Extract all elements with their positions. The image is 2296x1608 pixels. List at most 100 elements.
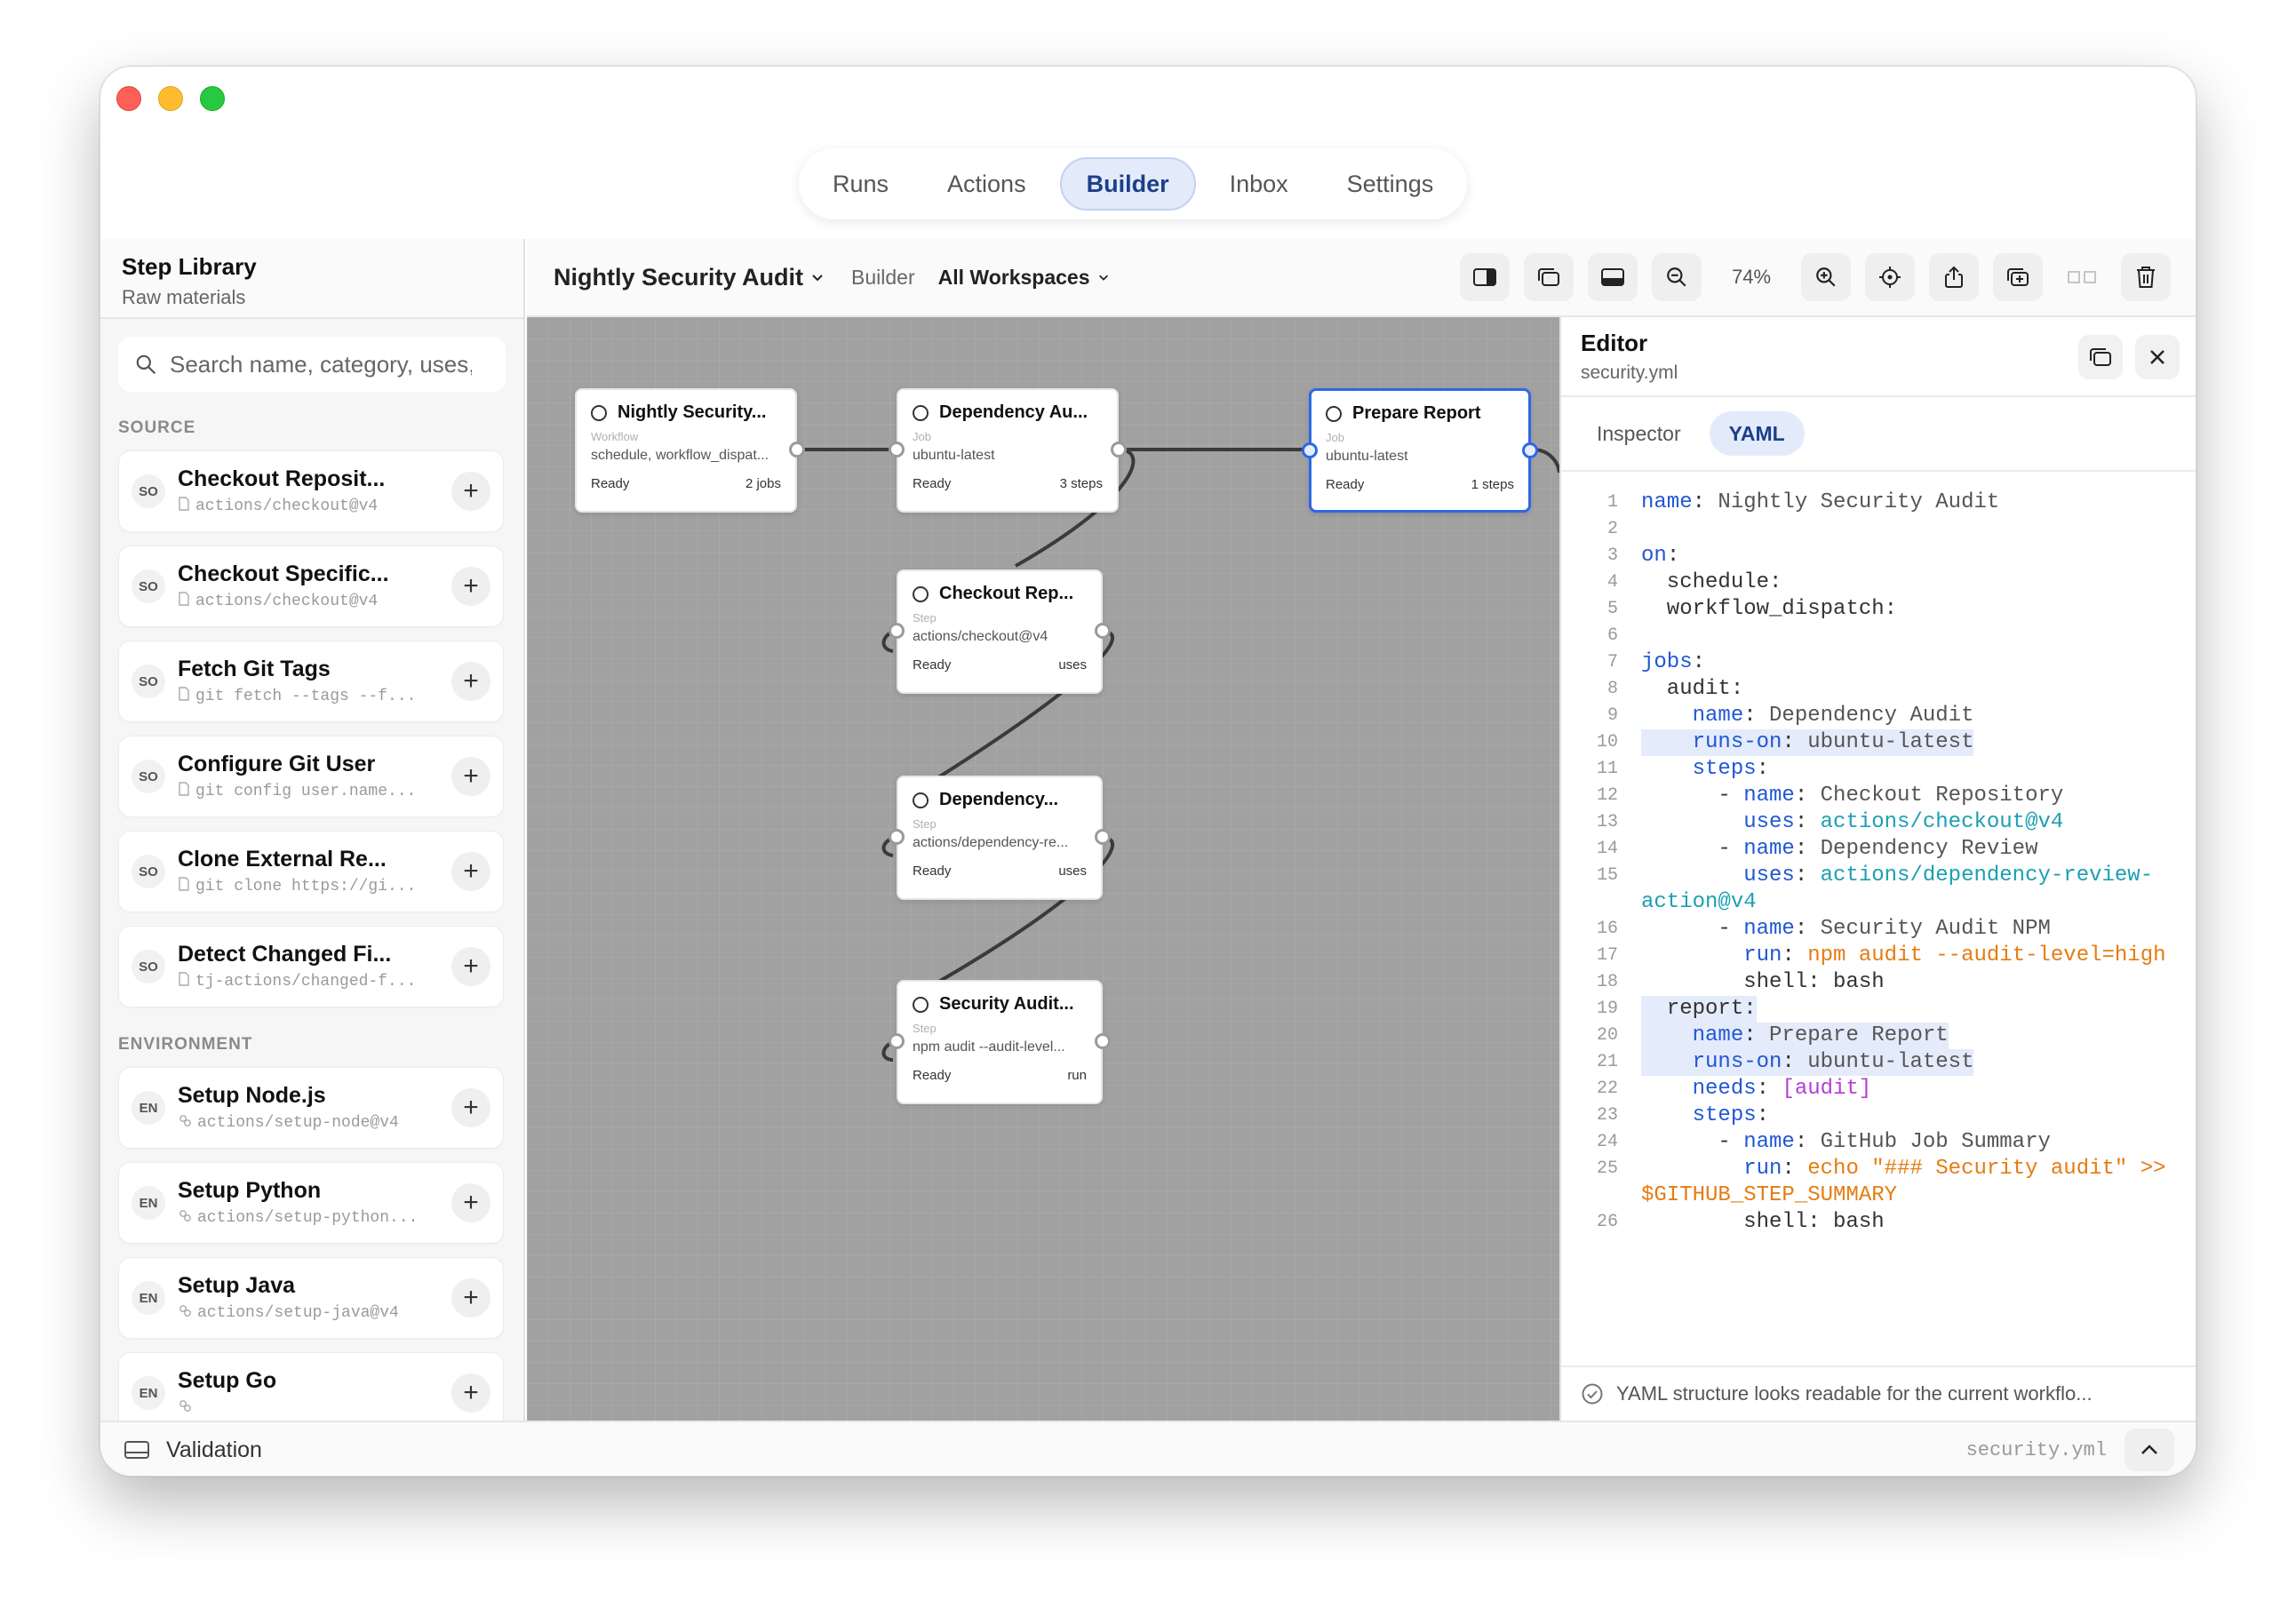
duplicate-button[interactable] — [1524, 253, 1574, 301]
input-port[interactable] — [889, 1033, 905, 1049]
input-port[interactable] — [889, 442, 905, 458]
search-box[interactable] — [118, 337, 506, 392]
search-input[interactable] — [170, 350, 472, 378]
code-line: 22 needs: [audit] — [1561, 1076, 2196, 1103]
library-item[interactable]: SO Detect Changed Fi... tj-actions/changed… — [118, 926, 504, 1007]
item-name: Configure Git User — [178, 752, 376, 776]
code-token: needs — [1692, 1077, 1757, 1101]
code-token: : — [1794, 784, 1821, 808]
copy-yaml-button[interactable] — [2078, 335, 2123, 379]
yaml-code-view[interactable]: 1 name: Nightly Security Audit 2 3 on: 4 sche… — [1561, 490, 2196, 1245]
line-content: - name: Security Audit NPM — [1641, 916, 2050, 943]
zoom-in-button[interactable] — [1801, 253, 1851, 301]
output-port[interactable] — [1095, 829, 1111, 845]
library-item[interactable]: EN Setup Java actions/setup-java@v4 + — [118, 1257, 504, 1339]
code-line: 10 runs-on: ubuntu-latest — [1561, 729, 2196, 756]
auto-layout-button[interactable] — [2057, 253, 2107, 301]
node-dependency-audit-job[interactable]: Dependency Au... Job ubuntu-latest Ready… — [889, 388, 1127, 513]
zoom-level: 74% — [1731, 266, 1772, 288]
node-security-audit-step[interactable]: Security Audit... Step npm audit --audit… — [889, 980, 1111, 1104]
output-port[interactable] — [1522, 442, 1538, 458]
code-token: workflow_dispatch: — [1641, 597, 1898, 621]
add-step-button[interactable]: + — [451, 1088, 490, 1127]
tab-builder[interactable]: Builder — [1059, 157, 1196, 211]
library-item[interactable]: SO Fetch Git Tags git fetch --tags --f... + — [118, 641, 504, 722]
toggle-sidebar-button[interactable] — [1460, 253, 1510, 301]
tab-actions[interactable]: Actions — [922, 157, 1051, 211]
code-token: uses — [1743, 810, 1795, 834]
close-editor-button[interactable] — [2135, 335, 2180, 379]
validation-label[interactable]: Validation — [166, 1437, 262, 1463]
library-item[interactable]: SO Clone External Re... git clone https://… — [118, 831, 504, 912]
line-number: 3 — [1606, 545, 1618, 566]
add-step-button[interactable]: + — [451, 947, 490, 986]
recenter-button[interactable] — [1865, 253, 1915, 301]
code-token: shell: bash — [1641, 970, 1885, 994]
category-badge: EN — [132, 1376, 165, 1410]
node-title: Prepare Report — [1352, 403, 1481, 423]
close-window-button[interactable] — [116, 86, 141, 111]
category-badge: EN — [132, 1091, 165, 1125]
section-label-environment: ENVIRONMENT — [118, 1035, 253, 1054]
library-item[interactable]: EN Setup Python actions/setup-python... + — [118, 1162, 504, 1244]
toggle-bottom-panel-button[interactable] — [1588, 253, 1638, 301]
code-line: 7 jobs: — [1561, 649, 2196, 676]
input-port[interactable] — [1302, 442, 1318, 458]
sidebar-icon — [1473, 268, 1496, 286]
plus-icon: + — [463, 1378, 479, 1407]
add-step-button[interactable]: + — [451, 662, 490, 701]
node-checkout-step[interactable]: Checkout Rep... Step actions/checkout@v4… — [889, 569, 1111, 694]
input-port[interactable] — [889, 829, 905, 845]
add-step-button[interactable]: + — [451, 757, 490, 796]
tab-inspector[interactable]: Inspector — [1577, 411, 1701, 456]
library-item[interactable]: SO Checkout Specific... actions/checkout@v… — [118, 545, 504, 627]
add-node-button[interactable] — [1993, 253, 2043, 301]
tab-settings[interactable]: Settings — [1322, 157, 1459, 211]
tab-yaml[interactable]: YAML — [1709, 411, 1805, 456]
share-button[interactable] — [1929, 253, 1979, 301]
code-line: 18 shell: bash — [1561, 969, 2196, 996]
minimize-window-button[interactable] — [158, 86, 183, 111]
add-step-button[interactable]: + — [451, 1183, 490, 1222]
output-port[interactable] — [1095, 1033, 1111, 1049]
library-item[interactable]: EN Setup Node.js actions/setup-node@v4 + — [118, 1067, 504, 1149]
node-prepare-report-job[interactable]: Prepare Report Job ubuntu-latest Ready 1 … — [1302, 388, 1538, 513]
library-item[interactable]: SO Checkout Reposit... actions/checkout@v4… — [118, 450, 504, 532]
trash-icon — [2137, 267, 2155, 288]
library-item[interactable]: SO Configure Git User git config user.name… — [118, 736, 504, 817]
add-step-button[interactable]: + — [451, 852, 490, 891]
add-step-button[interactable]: + — [451, 1278, 490, 1317]
code-line: 3 on: — [1561, 543, 2196, 569]
output-port[interactable] — [1111, 442, 1127, 458]
output-port[interactable] — [1095, 623, 1111, 639]
line-content: run: echo "### Security audit" >> — [1641, 1156, 2165, 1182]
tab-runs[interactable]: Runs — [808, 157, 913, 211]
add-step-button[interactable]: + — [451, 472, 490, 511]
editor-tabs: Inspector YAML — [1561, 397, 2196, 472]
line-content: $GITHUB_STEP_SUMMARY — [1641, 1182, 1897, 1209]
node-status: Ready — [1326, 477, 1365, 492]
expand-validation-button[interactable] — [2125, 1429, 2174, 1471]
add-step-button[interactable]: + — [451, 1373, 490, 1413]
delete-button[interactable] — [2121, 253, 2171, 301]
workflow-selector[interactable]: Nightly Security Audit — [554, 264, 825, 291]
tab-inbox[interactable]: Inbox — [1205, 157, 1313, 211]
output-port[interactable] — [789, 442, 805, 458]
code-line: 2 — [1561, 516, 2196, 543]
input-port[interactable] — [889, 623, 905, 639]
add-step-button[interactable]: + — [451, 567, 490, 606]
item-uses: actions/checkout@v4 — [195, 593, 379, 610]
line-number: 21 — [1596, 1052, 1618, 1072]
zoom-window-button[interactable] — [200, 86, 225, 111]
item-name: Setup Python — [178, 1178, 322, 1203]
workspace-selector[interactable]: All Workspaces — [938, 266, 1110, 290]
node-status: Ready — [913, 476, 952, 491]
workflow-canvas[interactable]: Nightly Security... Workflow schedule, w… — [527, 317, 1559, 1421]
code-token: name — [1743, 1130, 1795, 1154]
zoom-out-button[interactable] — [1652, 253, 1702, 301]
item-name: Clone External Re... — [178, 847, 387, 872]
node-dependency-review-step[interactable]: Dependency... Step actions/dependency-re… — [889, 776, 1111, 900]
node-workflow[interactable]: Nightly Security... Workflow schedule, w… — [575, 388, 805, 513]
